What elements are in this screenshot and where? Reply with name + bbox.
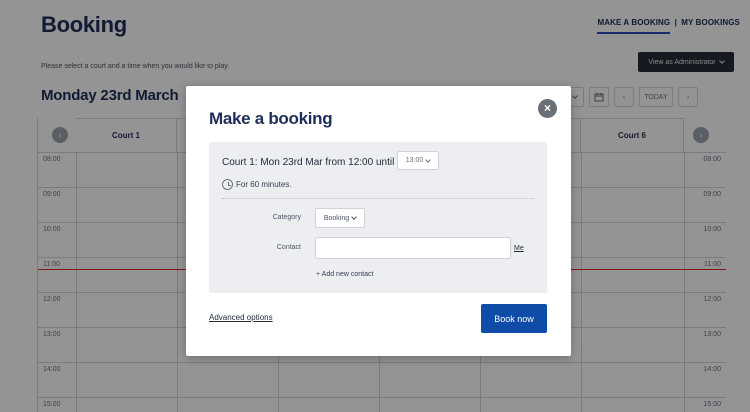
me-link[interactable]: Me (514, 245, 524, 252)
category-select[interactable]: Booking (315, 208, 365, 228)
panel-divider (222, 198, 534, 199)
contact-input[interactable] (315, 237, 511, 259)
end-time-value: 13:00 (405, 157, 424, 164)
duration-text: For 60 minutes. (236, 180, 292, 189)
end-time-select[interactable]: 13:00 (397, 151, 439, 170)
make-booking-modal: Make a booking × Court 1: Mon 23rd Mar f… (186, 86, 571, 356)
clock-icon (222, 179, 233, 190)
category-label: Category (272, 214, 301, 221)
add-new-contact-link[interactable]: + Add new contact (316, 271, 373, 278)
booking-summary: Court 1: Mon 23rd Mar from 12:00 until (222, 157, 395, 168)
book-now-button[interactable]: Book now (481, 304, 547, 333)
duration-info: For 60 minutes. (222, 179, 292, 190)
chevron-down-icon (351, 214, 357, 220)
modal-title: Make a booking (209, 109, 333, 128)
category-value: Booking (323, 214, 350, 222)
close-button[interactable]: × (538, 99, 557, 118)
booking-details-panel: Court 1: Mon 23rd Mar from 12:00 until 1… (209, 142, 547, 293)
advanced-options-link[interactable]: Advanced options (209, 313, 273, 322)
chevron-down-icon (425, 156, 432, 163)
contact-label: Contact (276, 244, 301, 251)
